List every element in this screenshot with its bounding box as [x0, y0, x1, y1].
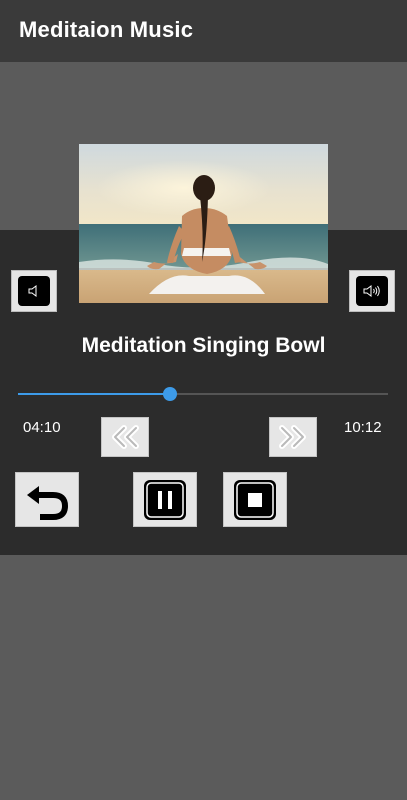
- rewind-icon: [112, 425, 139, 449]
- background-bottom: [0, 555, 407, 800]
- back-arrow-icon: [27, 485, 69, 520]
- pause-button[interactable]: [133, 472, 197, 527]
- seek-bar-progress: [18, 393, 170, 395]
- app-title: Meditaion Music: [19, 17, 194, 42]
- volume-down-icon: [28, 285, 37, 297]
- album-artwork: [79, 144, 328, 303]
- rewind-button[interactable]: [101, 417, 149, 457]
- app-bar: Meditaion Music: [0, 0, 407, 62]
- total-time: 10:12: [344, 419, 382, 436]
- pause-icon: [144, 479, 186, 520]
- stop-icon: [234, 479, 276, 520]
- volume-up-button[interactable]: [349, 270, 395, 312]
- back-button[interactable]: [15, 472, 79, 527]
- fast-forward-button[interactable]: [269, 417, 317, 457]
- seek-bar-thumb[interactable]: [162, 387, 177, 401]
- track-title: Meditation Singing Bowl: [81, 334, 326, 357]
- volume-up-icon: [363, 285, 380, 297]
- fast-forward-icon: [279, 425, 306, 449]
- seek-bar[interactable]: [18, 387, 388, 401]
- elapsed-time: 04:10: [23, 419, 61, 436]
- volume-down-button[interactable]: [11, 270, 57, 312]
- stop-button[interactable]: [223, 472, 287, 527]
